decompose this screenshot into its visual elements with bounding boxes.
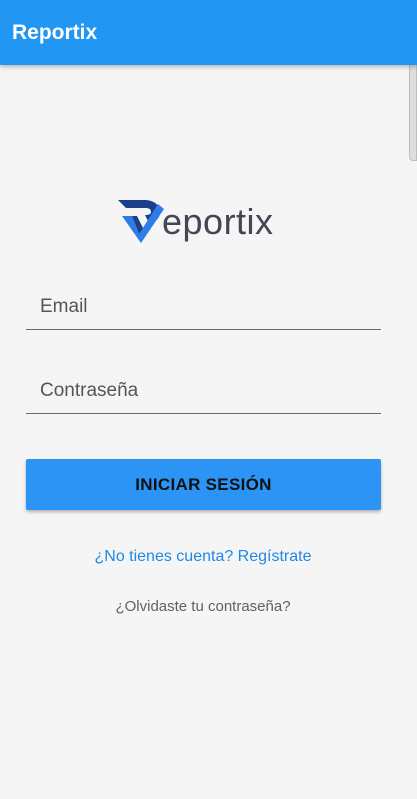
email-input[interactable]	[26, 285, 381, 329]
register-link[interactable]: ¿No tienes cuenta? Regístrate	[0, 546, 406, 568]
forgot-password-link[interactable]: ¿Olvidaste tu contraseña?	[0, 596, 406, 618]
password-input[interactable]	[26, 369, 381, 413]
logo-wordmark: eportix	[162, 201, 274, 242]
email-field	[26, 285, 381, 330]
password-field	[26, 369, 381, 414]
reportix-logo: eportix	[118, 200, 298, 246]
reportix-logo-icon	[118, 200, 164, 243]
app-bar: Reportix	[0, 0, 417, 65]
app-title: Reportix	[12, 21, 98, 44]
login-button[interactable]: INICIAR SESIÓN	[26, 459, 381, 510]
